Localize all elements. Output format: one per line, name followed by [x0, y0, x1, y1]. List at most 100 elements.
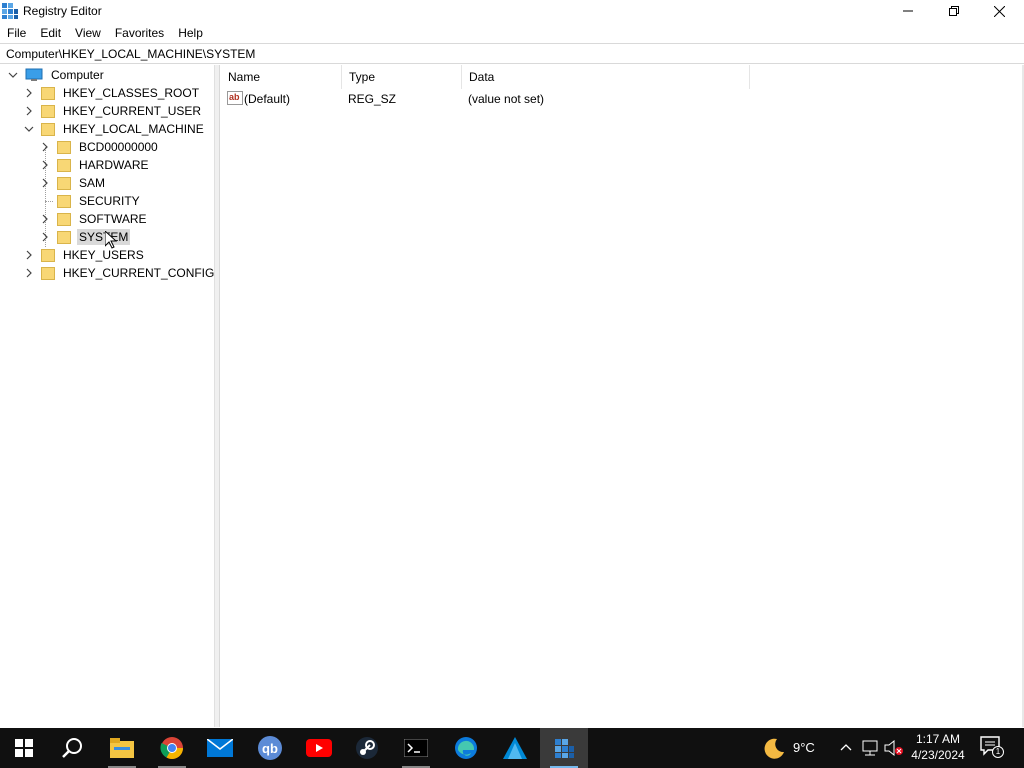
string-value-icon: ab [227, 91, 243, 105]
weather-moon-icon[interactable] [763, 737, 785, 759]
chevron-right-icon[interactable] [23, 267, 35, 279]
volume-muted-icon[interactable] [884, 740, 904, 756]
folder-icon [57, 194, 71, 208]
value-type: REG_SZ [348, 92, 397, 106]
tree-item-label: SOFTWARE [79, 212, 147, 226]
terminal-button[interactable] [392, 728, 440, 768]
edge-button[interactable] [442, 728, 490, 768]
tree-item-software[interactable]: SOFTWARE [39, 210, 149, 228]
tree-item-label: HARDWARE [79, 158, 149, 172]
tree-item-sam[interactable]: SAM [39, 174, 107, 192]
file-explorer-button[interactable] [98, 728, 146, 768]
tree-item-computer[interactable]: Computer [7, 66, 106, 84]
menu-help[interactable]: Help [171, 23, 210, 43]
values-list-pane[interactable]: Name Type Data ab (Default) REG_SZ (valu… [221, 65, 1024, 727]
table-row[interactable]: ab (Default) REG_SZ (value not set) [221, 91, 1024, 109]
chevron-up-icon[interactable] [840, 742, 852, 752]
folder-icon [41, 266, 55, 280]
minimize-icon [903, 10, 913, 12]
notification-center-button[interactable]: 1 [980, 736, 1004, 760]
tree-item-label: HKEY_LOCAL_MACHINE [63, 122, 204, 136]
youtube-icon [306, 739, 332, 757]
close-icon [993, 5, 1005, 17]
chevron-down-icon[interactable] [7, 69, 19, 81]
tree-item-label: HKEY_USERS [63, 248, 144, 262]
column-header-data[interactable]: Data [462, 65, 750, 89]
registry-editor-taskbar-button[interactable] [540, 728, 588, 768]
tree-item-hkey-current-user[interactable]: HKEY_CURRENT_USER [23, 102, 203, 120]
search-button[interactable] [48, 728, 96, 768]
close-button[interactable] [976, 0, 1022, 22]
folder-icon [57, 140, 71, 154]
chevron-down-icon[interactable] [23, 123, 35, 135]
value-data: (value not set) [468, 92, 545, 106]
menu-favorites[interactable]: Favorites [108, 23, 171, 43]
tree-item-label: SECURITY [79, 194, 140, 208]
folder-icon [57, 230, 71, 244]
clock[interactable]: 1:17 AM 4/23/2024 [904, 731, 972, 763]
address-bar[interactable]: Computer\HKEY_LOCAL_MACHINE\SYSTEM [0, 43, 1024, 64]
chevron-right-icon[interactable] [39, 231, 51, 243]
clock-time: 1:17 AM [915, 732, 961, 746]
menu-edit[interactable]: Edit [33, 23, 68, 43]
tree-item-label: HKEY_CURRENT_CONFIG [63, 266, 215, 280]
folder-icon [41, 122, 55, 136]
column-header-type[interactable]: Type [342, 65, 462, 89]
chevron-right-icon[interactable] [23, 249, 35, 261]
clock-date: 4/23/2024 [911, 748, 965, 762]
mail-icon [207, 739, 233, 757]
taskbar: qb 9°C 1:17 AM 4/23/2024 1 [0, 728, 1024, 768]
pane-splitter[interactable] [215, 65, 220, 727]
folder-icon [57, 158, 71, 172]
tree-item-hkey-current-config[interactable]: HKEY_CURRENT_CONFIG [23, 264, 216, 282]
weather-temp[interactable]: 9°C [793, 740, 815, 755]
steam-button[interactable] [343, 728, 391, 768]
tree-item-hkey-users[interactable]: HKEY_USERS [23, 246, 146, 264]
window-title: Registry Editor [23, 4, 102, 18]
chevron-right-icon[interactable] [23, 105, 35, 117]
tree-item-label: SAM [79, 176, 106, 190]
restore-button[interactable] [931, 0, 977, 22]
folder-icon [41, 248, 55, 262]
menu-view[interactable]: View [68, 23, 108, 43]
tree-item-label: BCD00000000 [79, 140, 158, 154]
tree-item-hkey-local-machine[interactable]: HKEY_LOCAL_MACHINE [23, 120, 206, 138]
list-header: Name Type Data [221, 65, 1024, 89]
tree-item-label: HKEY_CLASSES_ROOT [63, 86, 200, 100]
qbittorrent-button[interactable]: qb [246, 728, 294, 768]
folder-icon [41, 86, 55, 100]
address-path[interactable]: Computer\HKEY_LOCAL_MACHINE\SYSTEM [6, 47, 255, 61]
computer-icon [25, 68, 43, 82]
chrome-button[interactable] [148, 728, 196, 768]
mail-button[interactable] [196, 728, 244, 768]
start-button[interactable] [0, 728, 48, 768]
key-tree-pane[interactable]: Computer HKEY_CLASSES_ROOT HKEY_CURRENT_… [1, 65, 215, 727]
file-explorer-icon [110, 738, 134, 758]
youtube-button[interactable] [295, 728, 343, 768]
azure-button[interactable] [491, 728, 539, 768]
folder-icon [41, 104, 55, 118]
chevron-right-icon[interactable] [39, 159, 51, 171]
network-icon[interactable] [862, 740, 880, 756]
value-name: (Default) [244, 92, 291, 106]
chevron-right-icon[interactable] [39, 213, 51, 225]
chevron-right-icon[interactable] [23, 87, 35, 99]
chevron-right-icon[interactable] [39, 177, 51, 189]
chrome-icon [160, 737, 183, 759]
column-header-name[interactable]: Name [221, 65, 342, 89]
notification-badge: 1 [992, 746, 1004, 758]
start-icon [15, 739, 33, 757]
tree-item-label: Computer [51, 68, 104, 82]
title-bar: Registry Editor [0, 0, 1024, 22]
chevron-right-icon[interactable] [39, 141, 51, 153]
tree-item-bcd00000000[interactable]: BCD00000000 [39, 138, 160, 156]
tree-item-hkey-classes-root[interactable]: HKEY_CLASSES_ROOT [23, 84, 201, 102]
menu-file[interactable]: File [0, 23, 33, 43]
tree-item-hardware[interactable]: HARDWARE [39, 156, 151, 174]
folder-icon [57, 212, 71, 226]
restore-icon [949, 6, 959, 16]
folder-icon [57, 176, 71, 190]
minimize-button[interactable] [885, 0, 931, 22]
tree-item-security[interactable]: SECURITY [39, 192, 142, 210]
terminal-icon [404, 739, 428, 757]
